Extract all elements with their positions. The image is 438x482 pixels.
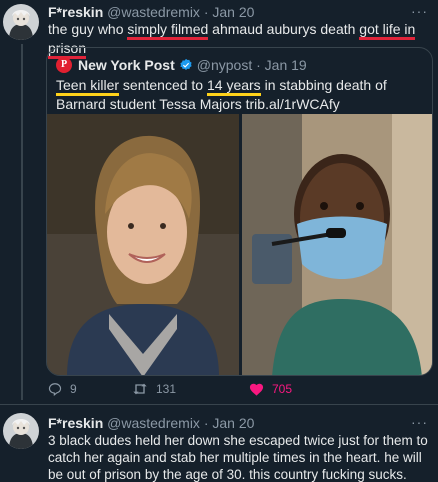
quoted-tweet-date[interactable]: Jan 19 [265, 56, 307, 74]
more-icon[interactable]: ··· [411, 3, 428, 19]
avatar-image [3, 413, 39, 449]
text-part: the guy who [48, 21, 128, 37]
reply-icon [48, 383, 62, 396]
verified-icon [180, 58, 192, 70]
tweet-1[interactable]: F*reskin @wastedremix · Jan 20 ··· the g… [0, 0, 438, 404]
reply-button[interactable]: 9 [48, 382, 77, 396]
quoted-tweet-header: P New York Post @nypost · Jan 19 [56, 56, 307, 74]
quoted-tweet[interactable]: P New York Post @nypost · Jan 19 Teen ki… [46, 47, 433, 376]
author-name[interactable]: F*reskin [48, 4, 103, 20]
author-handle[interactable]: @wastedremix [107, 415, 200, 431]
quoted-tweet-text: Teen killer sentenced to 14 years in sta… [56, 76, 426, 114]
tweet-date[interactable]: Jan 20 [212, 4, 254, 20]
separator-dot: · [252, 57, 265, 73]
portrait-illustration [242, 114, 432, 375]
like-count: 705 [272, 382, 293, 396]
tweet-2[interactable]: F*reskin @wastedremix · Jan 20 ··· 3 bla… [0, 405, 438, 482]
tweet-text: 3 black dudes held her down she escaped … [48, 433, 428, 482]
quoted-author-handle[interactable]: @nypost [197, 56, 252, 74]
author-handle[interactable]: @wastedremix [107, 4, 200, 20]
portrait-illustration [47, 114, 239, 375]
highlighted-text: Teen killer [56, 77, 120, 96]
tweet-header: F*reskin @wastedremix · Jan 20 [48, 414, 254, 432]
quoted-tweet-media[interactable] [47, 114, 432, 375]
retweet-icon [133, 383, 147, 395]
separator-dot: · [203, 415, 209, 431]
more-icon[interactable]: ··· [411, 414, 428, 430]
text-part: sentenced to [119, 77, 207, 93]
retweet-button[interactable]: 131 [132, 382, 176, 396]
retweet-count: 131 [156, 382, 177, 396]
nypost-avatar[interactable]: P [56, 57, 72, 73]
text-part: ahmaud auburys death [208, 21, 360, 37]
photo-right[interactable] [242, 114, 432, 375]
tweet-header: F*reskin @wastedremix · Jan 20 [48, 3, 254, 21]
quoted-author-name[interactable]: New York Post [78, 56, 175, 74]
heart-icon [249, 383, 264, 396]
avatar[interactable] [3, 413, 39, 449]
highlighted-text: simply filmed [127, 21, 209, 40]
avatar-image [3, 4, 39, 40]
photo-left[interactable] [47, 114, 239, 375]
like-button[interactable]: 705 [249, 382, 292, 396]
reply-count: 9 [70, 382, 77, 396]
highlighted-text: 14 years [206, 77, 261, 96]
author-name[interactable]: F*reskin [48, 415, 103, 431]
separator-dot: · [203, 4, 209, 20]
tweet-date[interactable]: Jan 20 [212, 415, 254, 431]
thread-line [21, 44, 23, 400]
avatar[interactable] [3, 4, 39, 40]
